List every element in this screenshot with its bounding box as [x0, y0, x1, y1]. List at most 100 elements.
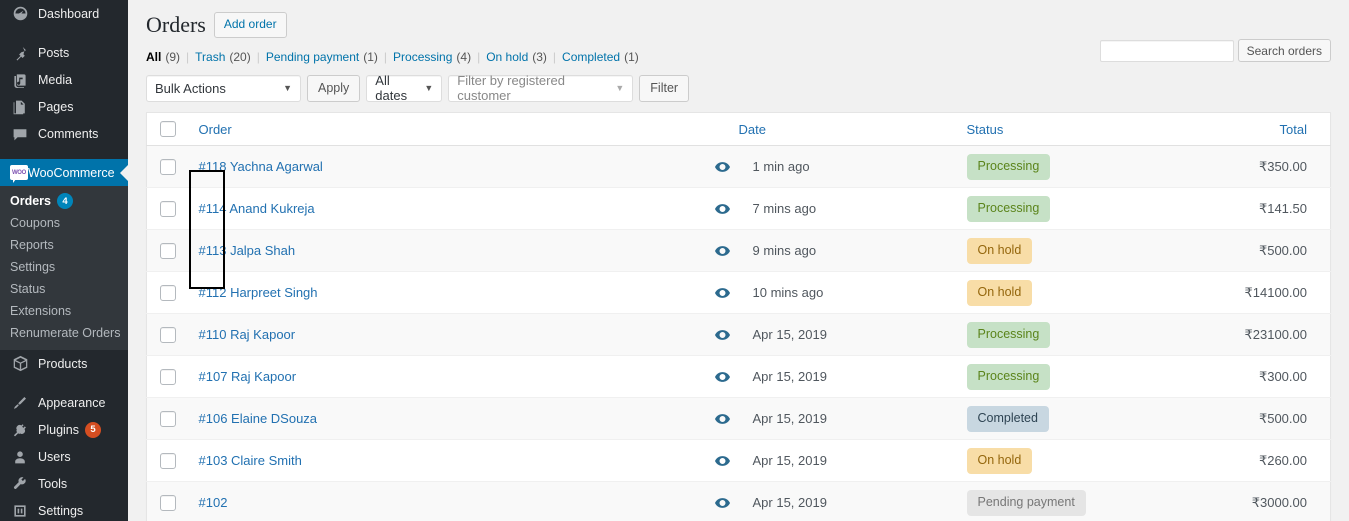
menu-separator	[0, 27, 128, 39]
products-icon	[10, 354, 30, 374]
order-link[interactable]: #103 Claire Smith	[199, 453, 302, 468]
page-header: Orders Add order	[146, 10, 1331, 40]
preview-icon[interactable]	[714, 203, 739, 214]
order-link[interactable]: #102	[199, 495, 228, 510]
column-header-total[interactable]: Total	[1206, 112, 1331, 146]
table-row[interactable]: #106 Elaine DSouza Apr 15, 2019 Completed ₹…	[146, 397, 1331, 440]
filter-link-trash[interactable]: Trash	[195, 50, 225, 64]
order-link[interactable]: #107 Raj Kapoor	[199, 369, 297, 384]
search-orders-button[interactable]: Search orders	[1237, 39, 1331, 62]
submenu-item-orders-badge: 4	[57, 193, 73, 209]
table-row[interactable]: #118 Yachna Agarwal 1 min ago Processing ₹3…	[146, 145, 1331, 188]
row-checkbox[interactable]	[160, 158, 176, 175]
date-cell: Apr 15, 2019	[714, 355, 967, 398]
submenu-item-orders-label: Orders	[10, 194, 51, 208]
order-link[interactable]: #113 Jalpa Shah	[199, 243, 296, 258]
orders-table-head: Order Date Status Total	[146, 112, 1331, 146]
row-checkbox[interactable]	[160, 410, 176, 427]
sidebar-item-settings-label: Settings	[38, 503, 84, 518]
search-input[interactable]	[1099, 39, 1234, 62]
sidebar-item-woocommerce[interactable]: WOO WooCommerce	[0, 159, 128, 186]
filter-separator: |	[256, 50, 260, 64]
preview-icon[interactable]	[714, 161, 739, 172]
filter-link-processing-count: (4)	[456, 50, 472, 64]
column-header-date[interactable]: Date	[738, 112, 967, 146]
table-row[interactable]: #102 Apr 15, 2019 Pending payment ₹3000.00	[146, 481, 1331, 521]
order-link[interactable]: #118 Yachna Agarwal	[199, 159, 323, 174]
sidebar-item-pages[interactable]: Pages	[0, 93, 128, 120]
date-cell: 10 mins ago	[714, 271, 967, 314]
sidebar-item-plugins-badge: 5	[85, 421, 101, 438]
order-link[interactable]: #110 Raj Kapoor	[199, 327, 296, 342]
row-checkbox[interactable]	[160, 200, 176, 217]
filter-separator: |	[186, 50, 190, 64]
submenu-item-renumerate-orders-label: Renumerate Orders	[10, 326, 121, 340]
plugins-icon	[10, 420, 30, 440]
select-all-checkbox[interactable]	[160, 121, 176, 137]
table-row[interactable]: #113 Jalpa Shah 9 mins ago On hold ₹500.00	[146, 229, 1331, 272]
table-row[interactable]: #103 Claire Smith Apr 15, 2019 On hold ₹260…	[146, 439, 1331, 482]
submenu-item-settings[interactable]: Settings	[0, 256, 128, 278]
sidebar-item-settings[interactable]: Settings	[0, 497, 128, 521]
order-link[interactable]: #106 Elaine DSouza	[199, 411, 318, 426]
preview-icon[interactable]	[714, 455, 739, 466]
table-row[interactable]: #114 Anand Kukreja 7 mins ago Processing ₹1…	[146, 187, 1331, 230]
sidebar-item-tools[interactable]: Tools	[0, 470, 128, 497]
status-cell: Completed	[966, 397, 1207, 440]
order-link[interactable]: #112 Harpreet Singh	[199, 285, 318, 300]
row-checkbox[interactable]	[160, 242, 176, 259]
preview-icon[interactable]	[714, 245, 739, 256]
table-row[interactable]: #107 Raj Kapoor Apr 15, 2019 Processing ₹30…	[146, 355, 1331, 398]
submenu-item-orders[interactable]: Orders 4	[0, 190, 128, 212]
bulk-actions-select[interactable]: Bulk Actions ▼	[146, 74, 301, 102]
filter-link-pending-payment[interactable]: Pending payment	[266, 50, 359, 64]
date-cell: Apr 15, 2019	[714, 439, 967, 482]
sidebar-item-appearance[interactable]: Appearance	[0, 389, 128, 416]
order-link[interactable]: #114 Anand Kukreja	[199, 201, 315, 216]
row-select-cell	[146, 355, 189, 398]
total-cell: ₹141.50	[1206, 187, 1331, 230]
preview-icon[interactable]	[714, 329, 739, 340]
preview-icon[interactable]	[714, 497, 739, 508]
sidebar-item-plugins[interactable]: Plugins 5	[0, 416, 128, 443]
customer-filter-select[interactable]: Filter by registered customer ▼	[448, 73, 634, 103]
status-badge: Processing	[966, 321, 1051, 348]
filter-link-all[interactable]: All	[146, 50, 161, 64]
status-cell: Processing	[966, 187, 1207, 230]
filter-link-on-hold[interactable]: On hold	[486, 50, 528, 64]
sidebar-item-comments[interactable]: Comments	[0, 120, 128, 147]
row-checkbox[interactable]	[160, 494, 176, 511]
table-row[interactable]: #112 Harpreet Singh 10 mins ago On hold ₹14…	[146, 271, 1331, 314]
add-order-button[interactable]: Add order	[213, 12, 287, 38]
submenu-item-extensions[interactable]: Extensions	[0, 300, 128, 322]
chevron-down-icon: ▼	[615, 83, 625, 93]
sidebar-item-products[interactable]: Products	[0, 350, 128, 377]
row-checkbox[interactable]	[160, 284, 176, 301]
date-cell: 7 mins ago	[714, 187, 967, 230]
submenu-item-coupons[interactable]: Coupons	[0, 212, 128, 234]
sidebar-item-media[interactable]: Media	[0, 66, 128, 93]
row-checkbox[interactable]	[160, 452, 176, 469]
status-badge: On hold	[966, 237, 1033, 264]
submenu-item-reports[interactable]: Reports	[0, 234, 128, 256]
preview-icon[interactable]	[714, 287, 739, 298]
apply-button[interactable]: Apply	[307, 74, 361, 102]
filter-button[interactable]: Filter	[639, 74, 690, 102]
preview-icon[interactable]	[714, 371, 739, 382]
submenu-item-status[interactable]: Status	[0, 278, 128, 300]
row-checkbox[interactable]	[160, 368, 176, 385]
order-cell: #107 Raj Kapoor	[188, 355, 579, 398]
submenu-item-renumerate-orders[interactable]: Renumerate Orders	[0, 322, 128, 344]
filter-link-completed[interactable]: Completed	[562, 50, 620, 64]
sidebar-item-users[interactable]: Users	[0, 443, 128, 470]
sidebar-item-dashboard[interactable]: Dashboard	[0, 0, 128, 27]
sidebar-item-posts[interactable]: Posts	[0, 39, 128, 66]
column-header-order[interactable]: Order	[188, 112, 579, 146]
status-badge: On hold	[966, 447, 1033, 474]
sidebar-item-products-label: Products	[38, 356, 88, 371]
preview-icon[interactable]	[714, 413, 739, 424]
row-checkbox[interactable]	[160, 326, 176, 343]
date-filter-select[interactable]: All dates ▼	[366, 73, 443, 103]
table-row[interactable]: #110 Raj Kapoor Apr 15, 2019 Processing ₹23…	[146, 313, 1331, 356]
filter-link-processing[interactable]: Processing	[393, 50, 452, 64]
